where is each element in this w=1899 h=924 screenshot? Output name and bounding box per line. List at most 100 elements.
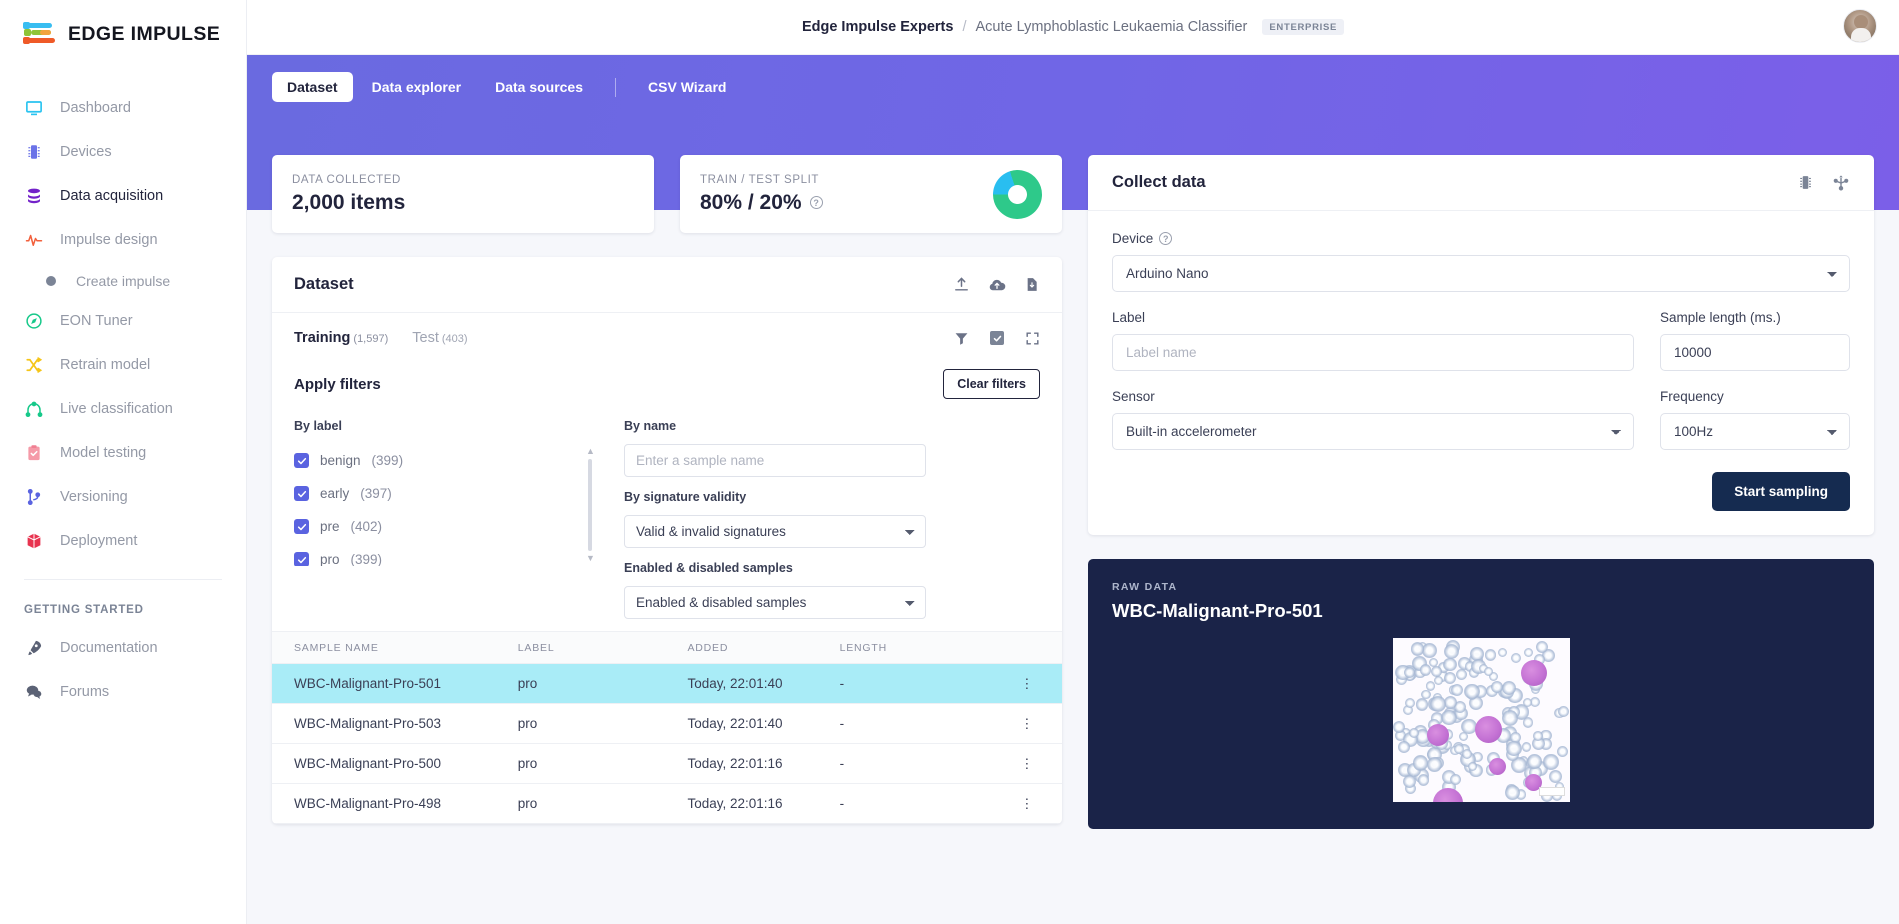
row-menu-button[interactable]: ⋮: [991, 703, 1062, 744]
breadcrumb: Edge Impulse Experts / Acute Lymphoblast…: [802, 19, 1345, 35]
train-test-split-card: TRAIN / TEST SPLIT 80% / 20% ?: [680, 155, 1062, 233]
start-sampling-wrap: Start sampling: [1112, 472, 1850, 511]
signature-validity-select[interactable]: Valid & invalid signatures: [624, 515, 926, 548]
scroll-down-icon[interactable]: ▼: [586, 554, 594, 563]
column-length: LENGTH: [839, 631, 992, 664]
breadcrumb-separator: /: [962, 19, 967, 35]
clipboard-check-icon: [24, 443, 44, 463]
label-filter-pre[interactable]: pre (402): [294, 510, 576, 543]
cell-added: Today, 22:01:40: [687, 703, 840, 744]
chip-icon[interactable]: [1797, 174, 1814, 191]
sidebar: EDGE IMPULSE Dashboard Devices Data acqu…: [0, 0, 247, 924]
sidebar-item-documentation[interactable]: Documentation: [0, 626, 246, 670]
database-icon: [24, 186, 44, 206]
cell-added: Today, 22:01:40: [687, 663, 840, 704]
sidebar-item-eon-tuner[interactable]: EON Tuner: [0, 299, 246, 343]
subtab-test-count: (403): [441, 333, 468, 345]
breadcrumb-org[interactable]: Edge Impulse Experts: [802, 19, 954, 35]
sample-name-input[interactable]: [624, 444, 926, 477]
sidebar-item-label: Model testing: [60, 445, 147, 461]
upload-icon[interactable]: [953, 276, 970, 293]
cloud-upload-icon[interactable]: [988, 276, 1006, 294]
row-menu-button[interactable]: ⋮: [991, 783, 1062, 824]
chat-icon: [24, 682, 44, 702]
by-name-field: By name: [624, 419, 926, 477]
top-bar: Edge Impulse Experts / Acute Lymphoblast…: [247, 0, 1899, 55]
file-download-icon[interactable]: [1024, 276, 1040, 293]
label-filter-benign[interactable]: benign (399): [294, 444, 576, 477]
subtab-test[interactable]: Test (403): [412, 330, 467, 346]
help-circle-icon[interactable]: ?: [809, 196, 823, 209]
train-test-donut-chart: [986, 163, 1049, 225]
filter-icon[interactable]: [954, 331, 969, 346]
sidebar-item-label: EON Tuner: [60, 313, 133, 329]
checkbox-icon[interactable]: [294, 519, 309, 534]
scrollbar-thumb[interactable]: [588, 459, 592, 551]
sidebar-item-retrain-model[interactable]: Retrain model: [0, 343, 246, 387]
column-sample-name: SAMPLE NAME: [272, 631, 518, 664]
left-column: DATA COLLECTED 2,000 items TRAIN / TEST …: [272, 155, 1062, 824]
breadcrumb-project[interactable]: Acute Lymphoblastic Leukaemia Classifier: [975, 19, 1247, 35]
raw-data-kicker: RAW DATA: [1112, 581, 1178, 593]
split-value-wrap: 80% / 20% ?: [700, 191, 823, 215]
sidebar-item-deployment[interactable]: Deployment: [0, 519, 246, 563]
sidebar-item-forums[interactable]: Forums: [0, 670, 246, 714]
label-filter-early[interactable]: early (397): [294, 477, 576, 510]
device-select[interactable]: Arduino Nano: [1112, 255, 1850, 292]
clear-filters-button[interactable]: Clear filters: [943, 369, 1040, 399]
subtab-training[interactable]: Training (1,597): [294, 330, 388, 346]
label-list-scrollbar[interactable]: ▲ ▼: [586, 447, 594, 563]
sidebar-item-label: Retrain model: [60, 357, 151, 373]
sidebar-item-label: Dashboard: [60, 100, 131, 116]
frequency-select[interactable]: 100Hz: [1660, 413, 1850, 450]
sample-length-input[interactable]: [1660, 334, 1850, 371]
cell-sample-name: WBC-Malignant-Pro-500: [272, 743, 518, 784]
row-menu-button[interactable]: ⋮: [991, 663, 1062, 704]
dataset-panel-header: Dataset: [272, 257, 1062, 313]
subtab-test-label: Test: [412, 330, 439, 346]
split-label: TRAIN / TEST SPLIT: [700, 173, 820, 186]
checkbox-icon[interactable]: [294, 552, 309, 566]
brand-logo[interactable]: EDGE IMPULSE: [0, 0, 246, 68]
usb-icon[interactable]: [1832, 174, 1850, 192]
sidebar-item-dashboard[interactable]: Dashboard: [0, 86, 246, 130]
cell-label: pro: [517, 743, 688, 784]
cell-sample-name: WBC-Malignant-Pro-501: [272, 663, 518, 704]
column-actions: [991, 631, 1062, 664]
sensor-select[interactable]: Built-in accelerometer: [1112, 413, 1634, 450]
enabled-disabled-select[interactable]: Enabled & disabled samples: [624, 586, 926, 619]
compass-icon: [24, 311, 44, 331]
table-row[interactable]: WBC-Malignant-Pro-500 pro Today, 22:01:1…: [272, 743, 1062, 784]
sidebar-item-versioning[interactable]: Versioning: [0, 475, 246, 519]
sidebar-item-model-testing[interactable]: Model testing: [0, 431, 246, 475]
sidebar-item-label: Deployment: [60, 533, 138, 549]
expand-icon[interactable]: [1025, 331, 1040, 346]
sidebar-item-live-classification[interactable]: Live classification: [0, 387, 246, 431]
row-menu-button[interactable]: ⋮: [991, 743, 1062, 784]
git-branch-icon: [24, 487, 44, 507]
label-length-row: Label Sample length (ms.): [1112, 310, 1850, 371]
sidebar-item-create-impulse[interactable]: Create impulse: [0, 262, 246, 299]
box-icon: [24, 531, 44, 551]
label-input[interactable]: [1112, 334, 1634, 371]
help-circle-icon[interactable]: ?: [1159, 232, 1173, 245]
table-row[interactable]: WBC-Malignant-Pro-501 pro Today, 22:01:4…: [272, 663, 1062, 704]
pulse-icon: [24, 230, 44, 250]
table-row[interactable]: WBC-Malignant-Pro-498 pro Today, 22:01:1…: [272, 783, 1062, 824]
sidebar-item-data-acquisition[interactable]: Data acquisition: [0, 174, 246, 218]
avatar-button[interactable]: [1843, 9, 1877, 43]
checkbox-icon[interactable]: [990, 331, 1004, 345]
checkbox-icon[interactable]: [294, 453, 309, 468]
raw-data-image-wrap: [1112, 638, 1850, 802]
label-filter-pro[interactable]: pro (399): [294, 543, 576, 566]
start-sampling-button[interactable]: Start sampling: [1712, 472, 1850, 511]
right-column: Collect data Device ? Arduino Nano Label…: [1088, 155, 1874, 829]
blood-smear-microscopy-image[interactable]: [1392, 638, 1570, 802]
sidebar-item-devices[interactable]: Devices: [0, 130, 246, 174]
table-row[interactable]: WBC-Malignant-Pro-503 pro Today, 22:01:4…: [272, 703, 1062, 744]
checkbox-icon[interactable]: [294, 486, 309, 501]
sidebar-item-impulse-design[interactable]: Impulse design: [0, 218, 246, 262]
scroll-up-icon[interactable]: ▲: [586, 447, 594, 456]
collect-data-header: Collect data: [1088, 155, 1874, 211]
filter-by-label-column: By label benign (399) early (397) pre (4…: [294, 419, 594, 619]
